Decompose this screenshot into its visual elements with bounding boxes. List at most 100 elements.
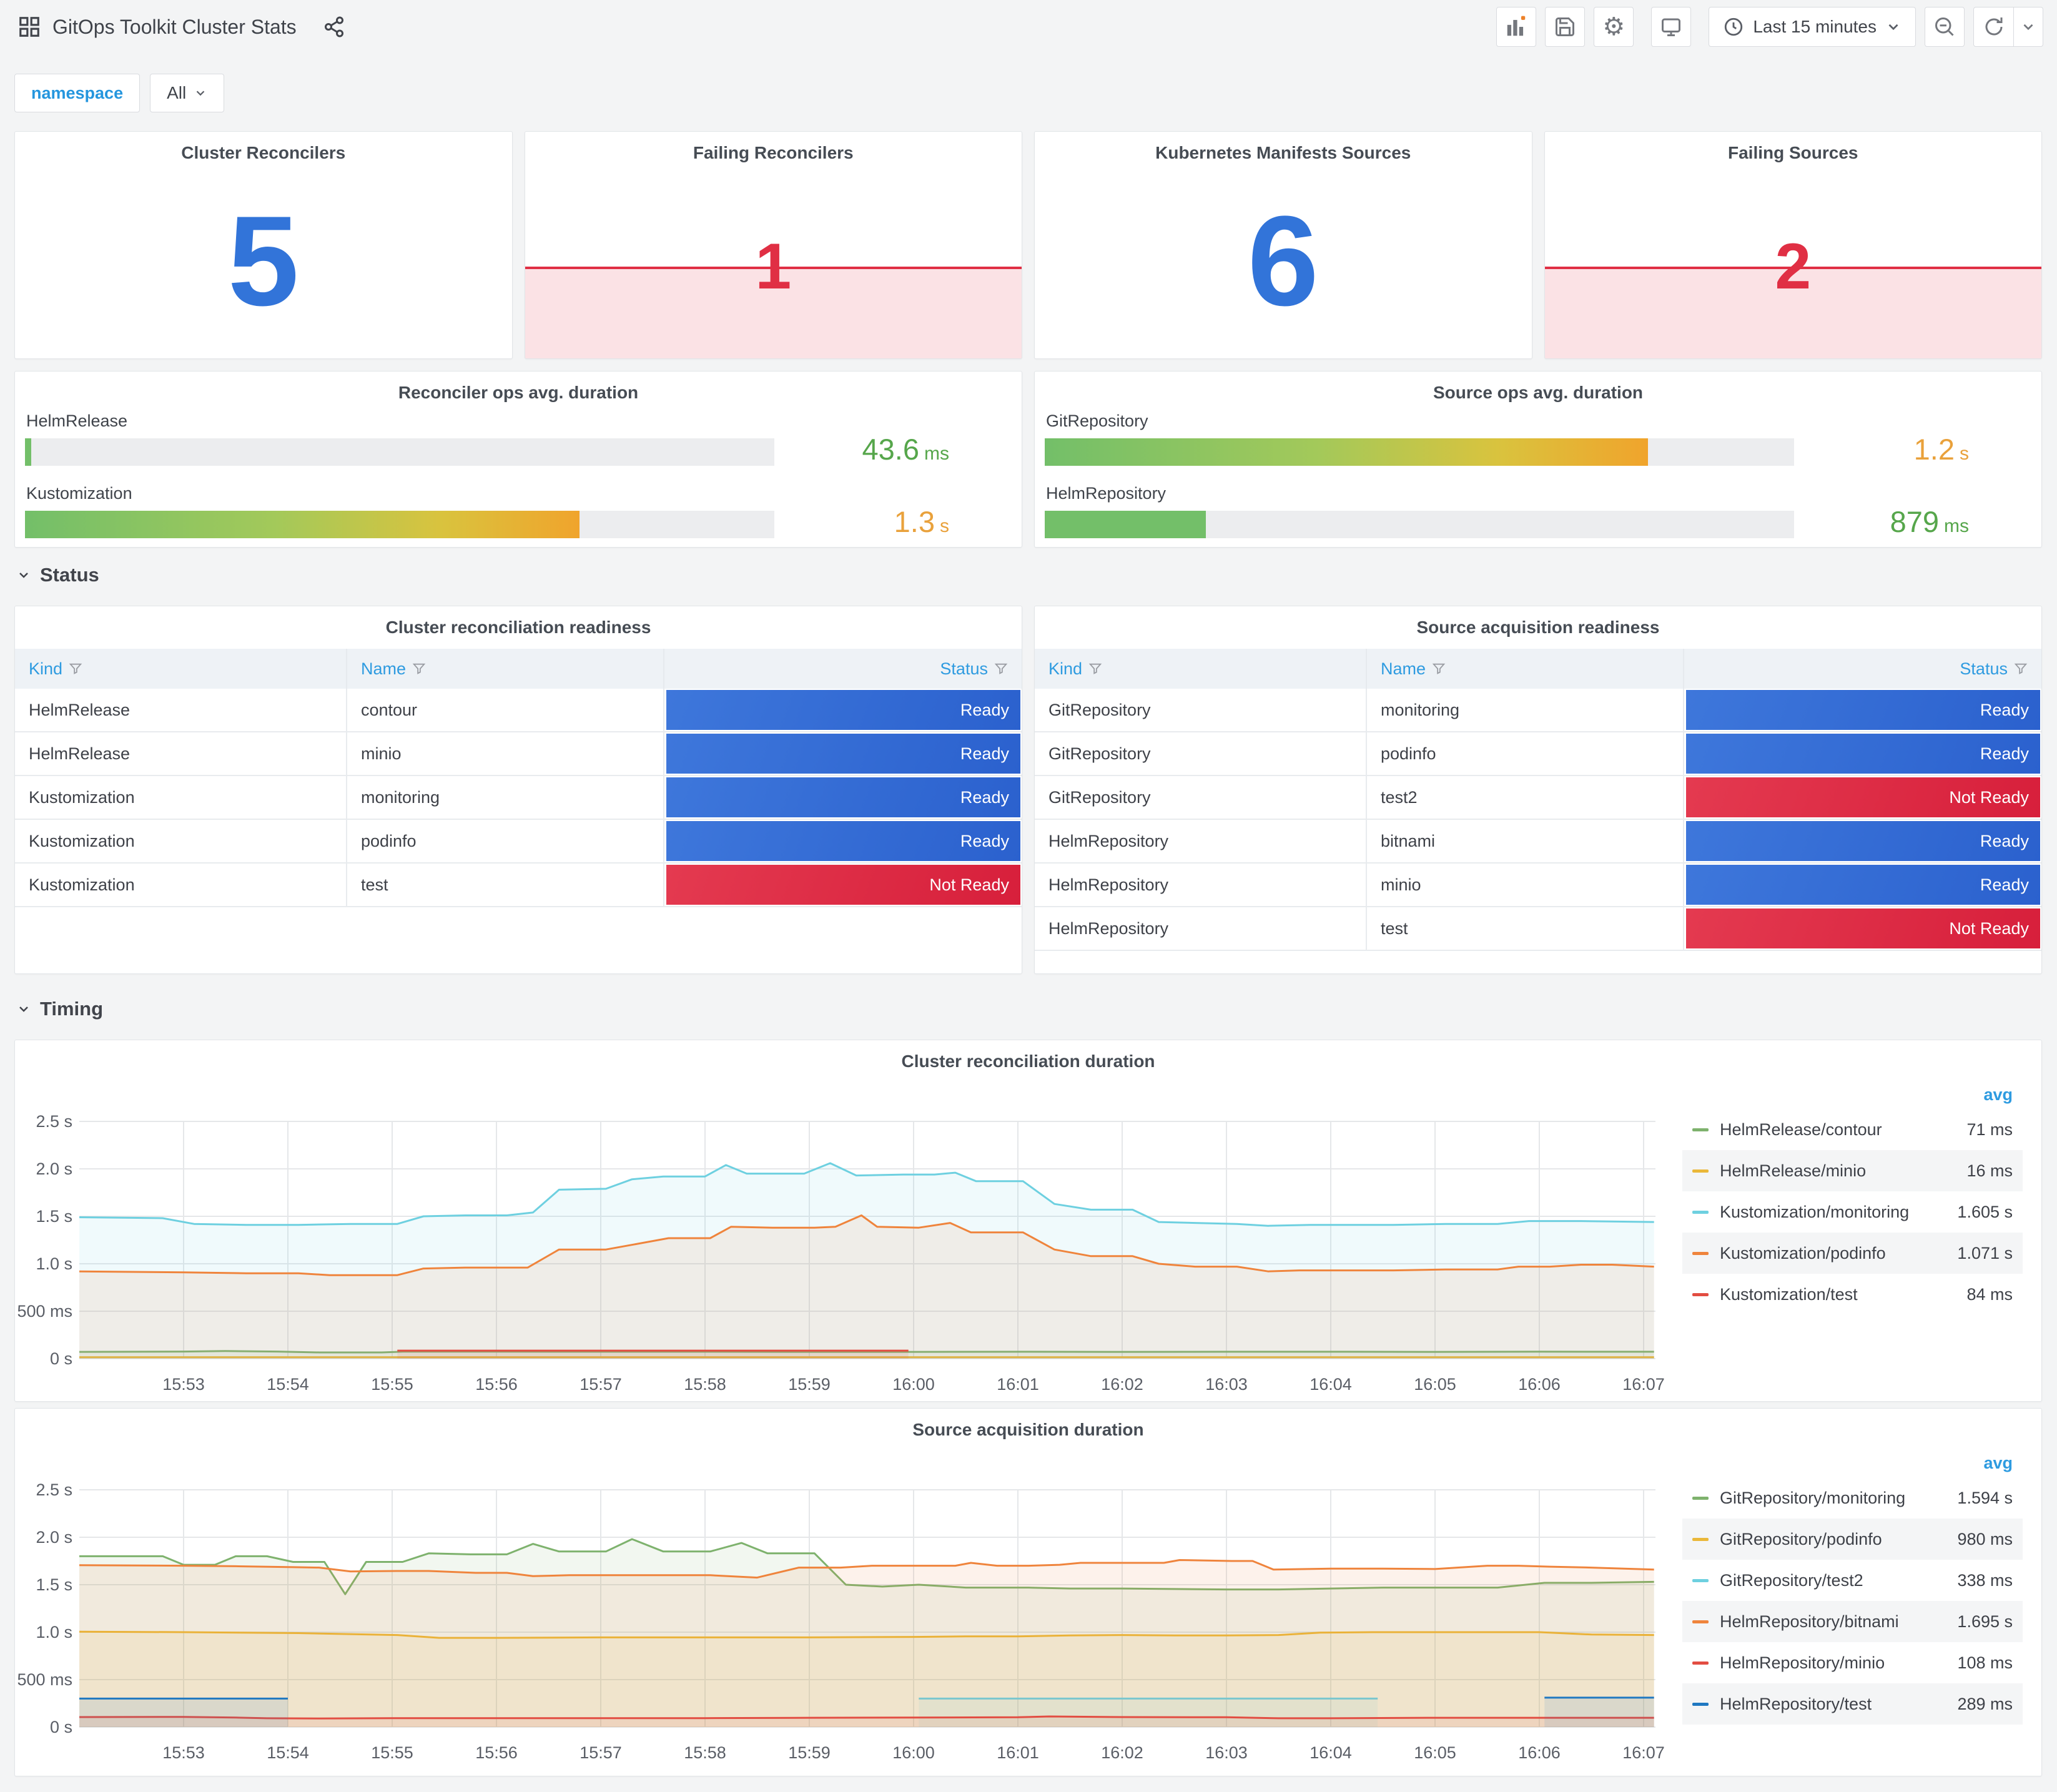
filter-icon[interactable]: [2014, 662, 2028, 676]
filter-icon[interactable]: [1432, 662, 1446, 676]
grafana-dashboard: GitOps Toolkit Cluster Stats ⚙ Last 15 m…: [0, 0, 2057, 1792]
table-source-readiness[interactable]: Source acquisition readiness Kind Name S…: [1034, 606, 2042, 974]
chart-cluster-reconciliation-duration[interactable]: Cluster reconciliation duration 0 s 500 m…: [14, 1040, 2042, 1402]
table-row[interactable]: Kustomization test Not Ready: [15, 864, 1022, 907]
top-bar: GitOps Toolkit Cluster Stats ⚙ Last 15 m…: [17, 6, 2043, 47]
column-header-kind[interactable]: Kind: [15, 649, 347, 689]
legend-item[interactable]: HelmRelease/contour 71 ms: [1682, 1109, 2023, 1150]
cell-status: Ready: [1684, 820, 2041, 862]
series-name: HelmRelease/minio: [1720, 1161, 1867, 1180]
filter-icon[interactable]: [1088, 662, 1102, 676]
dashboard-settings-button[interactable]: ⚙: [1594, 7, 1634, 47]
svg-text:1.0 s: 1.0 s: [36, 1254, 72, 1273]
table-row[interactable]: HelmRelease minio Ready: [15, 732, 1022, 776]
legend-item[interactable]: Kustomization/test 84 ms: [1682, 1274, 2023, 1315]
namespace-variable-select[interactable]: All: [150, 74, 225, 112]
add-panel-button[interactable]: [1496, 7, 1537, 47]
refresh-button[interactable]: [1974, 7, 2014, 46]
refresh-interval-button[interactable]: [2014, 7, 2043, 46]
legend-item[interactable]: Kustomization/podinfo 1.071 s: [1682, 1233, 2023, 1274]
chart-legend: avg GitRepository/monitoring 1.594 s Git…: [1682, 1449, 2023, 1725]
svg-text:1.0 s: 1.0 s: [36, 1623, 72, 1642]
column-header-name[interactable]: Name: [1367, 649, 1684, 689]
refresh-icon: [1985, 17, 2002, 36]
svg-text:15:56: 15:56: [475, 1743, 518, 1762]
svg-text:15:58: 15:58: [684, 1375, 726, 1394]
legend-item[interactable]: HelmRepository/minio 108 ms: [1682, 1642, 2023, 1683]
section-timing[interactable]: Timing: [16, 998, 103, 1020]
svg-text:15:58: 15:58: [684, 1743, 726, 1762]
cell-kind: Kustomization: [15, 776, 347, 819]
status-badge: Not Ready: [1685, 777, 2040, 817]
svg-text:15:53: 15:53: [162, 1375, 205, 1394]
column-header-status[interactable]: Status: [1684, 649, 2041, 689]
table-row[interactable]: GitRepository test2 Not Ready: [1035, 776, 2041, 820]
column-header-status[interactable]: Status: [664, 649, 1022, 689]
series-color-swatch: [1692, 1251, 1709, 1255]
svg-text:16:04: 16:04: [1310, 1375, 1352, 1394]
filter-icon[interactable]: [412, 662, 426, 676]
table-row[interactable]: Kustomization podinfo Ready: [15, 820, 1022, 864]
legend-item[interactable]: HelmRelease/minio 16 ms: [1682, 1150, 2023, 1191]
gear-icon: ⚙: [1602, 13, 1625, 41]
bar-fill: [25, 510, 580, 538]
stat-manifest-sources[interactable]: Kubernetes Manifests Sources 6: [1034, 131, 1532, 359]
table-row[interactable]: GitRepository monitoring Ready: [1035, 689, 2041, 732]
column-header-kind[interactable]: Kind: [1035, 649, 1367, 689]
column-header-name[interactable]: Name: [347, 649, 664, 689]
table-row[interactable]: Kustomization monitoring Ready: [15, 776, 1022, 820]
cell-name: minio: [1367, 864, 1684, 906]
time-range-picker[interactable]: Last 15 minutes: [1709, 7, 1916, 47]
table-cluster-readiness[interactable]: Cluster reconciliation readiness Kind Na…: [14, 606, 1022, 974]
legend-item[interactable]: GitRepository/monitoring 1.594 s: [1682, 1477, 2023, 1519]
zoom-out-button[interactable]: [1925, 7, 1965, 47]
chart-legend: avg HelmRelease/contour 71 ms HelmReleas…: [1682, 1080, 2023, 1315]
filter-icon[interactable]: [994, 662, 1008, 676]
svg-text:16:04: 16:04: [1310, 1743, 1352, 1762]
cycle-view-button[interactable]: [1651, 7, 1692, 47]
section-status[interactable]: Status: [16, 564, 99, 586]
series-color-swatch: [1692, 1661, 1709, 1665]
clock-icon: [1725, 17, 1743, 36]
filter-icon[interactable]: [69, 662, 82, 676]
series-avg: 16 ms: [1966, 1161, 2013, 1180]
series-color-swatch: [1692, 1578, 1709, 1582]
gauge-reconciler-ops[interactable]: Reconciler ops avg. duration HelmRelease…: [14, 371, 1022, 548]
namespace-variable-label: namespace: [14, 74, 141, 112]
table-row[interactable]: GitRepository podinfo Ready: [1035, 732, 2041, 776]
legend-item[interactable]: GitRepository/test2 338 ms: [1682, 1560, 2023, 1601]
stat-failing-sources[interactable]: Failing Sources 2: [1544, 131, 2042, 359]
table-row[interactable]: HelmRepository test Not Ready: [1035, 907, 2041, 951]
svg-text:15:56: 15:56: [475, 1375, 518, 1394]
svg-text:16:07: 16:07: [1622, 1375, 1665, 1394]
series-name: GitRepository/test2: [1720, 1570, 1863, 1590]
cell-status: Ready: [664, 776, 1022, 819]
svg-text:16:02: 16:02: [1101, 1375, 1143, 1394]
dashboard-grid-icon[interactable]: [17, 15, 41, 39]
table-row[interactable]: HelmRelease contour Ready: [15, 689, 1022, 732]
stat-cluster-reconcilers[interactable]: Cluster Reconcilers 5: [14, 131, 513, 359]
chart-source-acquisition-duration[interactable]: Source acquisition duration 0 s 500 ms 1.0…: [14, 1408, 2042, 1776]
table-row[interactable]: HelmRepository bitnami Ready: [1035, 820, 2041, 864]
save-dashboard-button[interactable]: [1545, 7, 1586, 47]
legend-item[interactable]: HelmRepository/bitnami 1.695 s: [1682, 1601, 2023, 1642]
svg-text:15:59: 15:59: [788, 1375, 831, 1394]
series-avg: 1.071 s: [1957, 1243, 2013, 1263]
cell-name: podinfo: [347, 820, 664, 862]
share-icon[interactable]: [323, 16, 345, 38]
status-badge: Ready: [1685, 690, 2040, 730]
gauge-panels-row: Reconciler ops avg. duration HelmRelease…: [14, 371, 2042, 548]
chevron-down-icon: [196, 91, 205, 96]
legend-item[interactable]: GitRepository/podinfo 980 ms: [1682, 1519, 2023, 1560]
variable-filters: namespace All: [14, 74, 225, 112]
bar-value: 1.3 s: [894, 505, 949, 538]
legend-item[interactable]: HelmRepository/test 289 ms: [1682, 1683, 2023, 1725]
cell-name: test: [1367, 907, 1684, 950]
legend-item[interactable]: Kustomization/monitoring 1.605 s: [1682, 1191, 2023, 1233]
cell-kind: HelmRelease: [15, 732, 347, 775]
table-row[interactable]: HelmRepository minio Ready: [1035, 864, 2041, 907]
cell-status: Not Ready: [1684, 776, 2041, 819]
stat-failing-reconcilers[interactable]: Failing Reconcilers 1: [524, 131, 1022, 359]
gauge-source-ops[interactable]: Source ops avg. duration GitRepository 1…: [1034, 371, 2042, 548]
series-color-swatch: [1692, 1702, 1709, 1706]
